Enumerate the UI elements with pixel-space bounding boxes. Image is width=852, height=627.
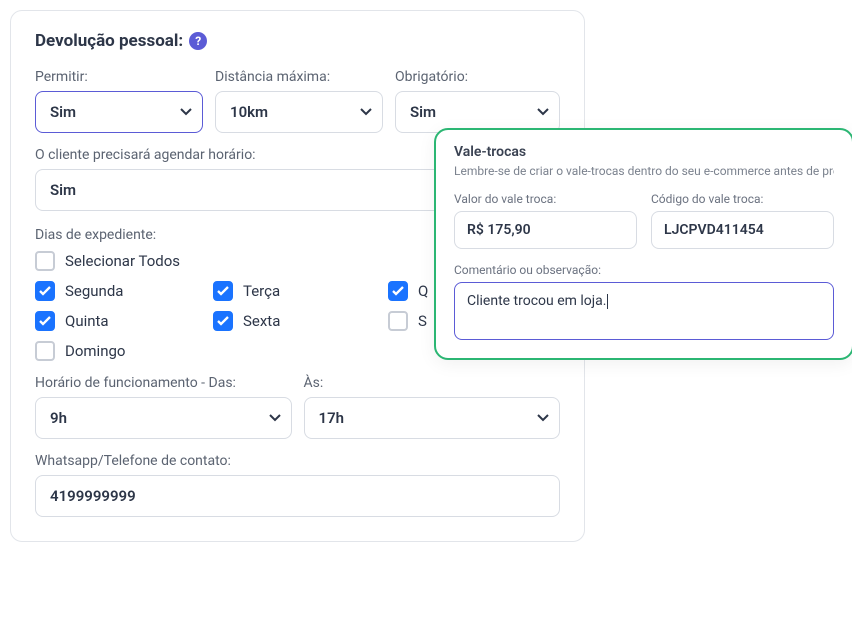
wednesday-label: Q xyxy=(418,282,428,300)
chevron-down-icon xyxy=(537,414,549,422)
panel-title-row: Devolução pessoal: ? xyxy=(35,31,560,51)
chevron-down-icon xyxy=(180,108,192,116)
saturday-checkbox[interactable] xyxy=(388,311,408,331)
monday-label: Segunda xyxy=(65,282,123,300)
distance-label: Distância máxima: xyxy=(215,69,383,85)
voucher-comment-label: Comentário ou observação: xyxy=(454,263,834,277)
phone-col: Whatsapp/Telefone de contato: 4199999999 xyxy=(35,453,560,517)
thursday-label: Quinta xyxy=(65,312,109,330)
help-icon[interactable]: ? xyxy=(189,32,207,50)
voucher-code-col: Código do vale troca: LJCPVD411454 xyxy=(651,192,834,249)
tuesday-label: Terça xyxy=(243,282,280,300)
thursday-row[interactable]: Quinta xyxy=(35,311,213,331)
chevron-down-icon xyxy=(269,414,281,422)
monday-row[interactable]: Segunda xyxy=(35,281,213,301)
select-all-checkbox[interactable] xyxy=(35,251,55,271)
tuesday-checkbox[interactable] xyxy=(213,281,233,301)
permit-value: Sim xyxy=(50,103,76,121)
sunday-row[interactable]: Domingo xyxy=(35,341,213,361)
friday-row[interactable]: Sexta xyxy=(213,311,388,331)
hours-to-value: 17h xyxy=(319,409,345,427)
phone-label: Whatsapp/Telefone de contato: xyxy=(35,453,560,469)
friday-checkbox[interactable] xyxy=(213,311,233,331)
permit-select[interactable]: Sim xyxy=(35,91,203,133)
top-selects-row: Permitir: Sim Distância máxima: 10km Obr… xyxy=(35,69,560,133)
voucher-subtitle: Lembre-se de criar o vale-trocas dentro … xyxy=(454,164,834,178)
tuesday-row[interactable]: Terça xyxy=(213,281,388,301)
phone-value: 4199999999 xyxy=(50,487,136,505)
thursday-checkbox[interactable] xyxy=(35,311,55,331)
voucher-value-col: Valor do vale troca: R$ 175,90 xyxy=(454,192,637,249)
bottom-fade xyxy=(0,597,852,627)
hours-from-col: Horário de funcionamento - Das: 9h xyxy=(35,375,292,439)
panel-title: Devolução pessoal: xyxy=(35,31,183,51)
select-all-row[interactable]: Selecionar Todos xyxy=(35,251,213,271)
required-value: Sim xyxy=(410,103,436,121)
hours-to-label: Às: xyxy=(304,375,561,391)
permit-col: Permitir: Sim xyxy=(35,69,203,133)
phone-input[interactable]: 4199999999 xyxy=(35,475,560,517)
voucher-value: R$ 175,90 xyxy=(467,222,531,238)
permit-label: Permitir: xyxy=(35,69,203,85)
voucher-comment-col: Comentário ou observação: Cliente trocou… xyxy=(454,263,834,340)
voucher-value-input[interactable]: R$ 175,90 xyxy=(454,211,637,249)
chevron-down-icon xyxy=(360,108,372,116)
distance-value: 10km xyxy=(230,103,268,121)
voucher-title: Vale-trocas xyxy=(454,144,834,160)
required-col: Obrigatório: Sim xyxy=(395,69,560,133)
voucher-comment-text: Cliente trocou em loja. xyxy=(467,293,606,309)
saturday-label: S xyxy=(418,312,427,330)
distance-col: Distância máxima: 10km xyxy=(215,69,383,133)
hours-from-select[interactable]: 9h xyxy=(35,397,292,439)
voucher-value-label: Valor do vale troca: xyxy=(454,192,637,206)
required-select[interactable]: Sim xyxy=(395,91,560,133)
hours-from-label: Horário de funcionamento - Das: xyxy=(35,375,292,391)
wednesday-checkbox[interactable] xyxy=(388,281,408,301)
voucher-code-label: Código do vale troca: xyxy=(651,192,834,206)
sunday-label: Domingo xyxy=(65,342,125,360)
voucher-code: LJCPVD411454 xyxy=(664,222,764,238)
voucher-card: Vale-trocas Lembre-se de criar o vale-tr… xyxy=(434,128,852,360)
required-label: Obrigatório: xyxy=(395,69,560,85)
hours-to-select[interactable]: 17h xyxy=(304,397,561,439)
text-cursor xyxy=(607,294,608,309)
voucher-comment-textarea[interactable]: Cliente trocou em loja. xyxy=(454,282,834,340)
voucher-code-input[interactable]: LJCPVD411454 xyxy=(651,211,834,249)
select-all-label: Selecionar Todos xyxy=(65,252,180,270)
distance-select[interactable]: 10km xyxy=(215,91,383,133)
schedule-value: Sim xyxy=(50,181,76,199)
hours-row: Horário de funcionamento - Das: 9h Às: 1… xyxy=(35,375,560,439)
monday-checkbox[interactable] xyxy=(35,281,55,301)
hours-from-value: 9h xyxy=(50,409,67,427)
hours-to-col: Às: 17h xyxy=(304,375,561,439)
friday-label: Sexta xyxy=(243,312,280,330)
sunday-checkbox[interactable] xyxy=(35,341,55,361)
chevron-down-icon xyxy=(537,108,549,116)
